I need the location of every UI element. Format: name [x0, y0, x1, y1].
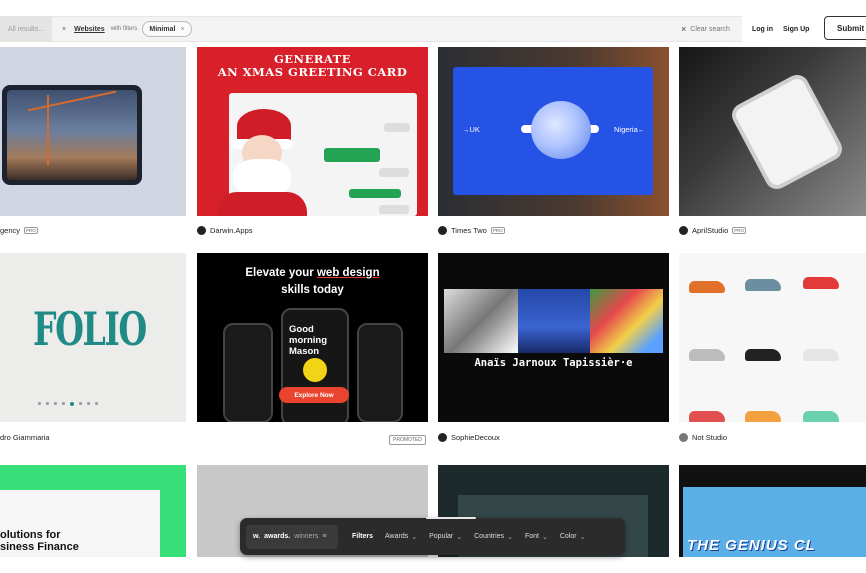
- chevron-down-icon: ⌄: [579, 533, 586, 541]
- card-headline: GENERATE AN XMAS GREETING CARD: [217, 52, 408, 79]
- avatar: [438, 225, 447, 235]
- laptop-mockup: [2, 85, 142, 216]
- filter-color[interactable]: Color ⌄: [560, 533, 586, 541]
- chip-remove-icon[interactable]: ×: [180, 26, 184, 33]
- play-icon: [303, 358, 327, 382]
- site-name: Not Studio: [692, 432, 728, 442]
- chevron-down-icon: ⌄: [411, 533, 418, 541]
- card-label[interactable]: Darwin.Apps: [197, 224, 253, 236]
- phone-mockup: [727, 70, 847, 194]
- card-headline: olutions for siness Finance: [0, 529, 79, 553]
- phone-mockup: Good morning Mason: [281, 308, 349, 422]
- site-name: Darwin.Apps: [210, 225, 253, 235]
- avatar: [438, 432, 447, 442]
- filter-font[interactable]: Font ⌄: [525, 533, 548, 541]
- site-card-infinity[interactable]: [0, 47, 186, 216]
- all-results-tab[interactable]: All results...: [0, 16, 52, 42]
- pro-badge: PRO: [24, 226, 38, 234]
- chip-label: Minimal: [149, 25, 176, 33]
- search-bar[interactable]: All results... × Websites with filters M…: [0, 16, 866, 42]
- menu-icon: ≡: [322, 533, 327, 540]
- clear-search-label: Clear search: [690, 25, 730, 33]
- filter-countries[interactable]: Countries ⌄: [474, 533, 513, 541]
- from-label: →UK: [462, 125, 480, 134]
- site-card-folio[interactable]: FOLIO: [0, 253, 186, 422]
- close-icon[interactable]: ×: [62, 26, 66, 33]
- chevron-down-icon: ⌄: [507, 533, 513, 541]
- site-card-sophie-decoux[interactable]: Anaïs Jarnoux Tapissièr·e: [438, 253, 669, 422]
- filters-button[interactable]: Filters: [352, 533, 373, 540]
- site-name: SophieDecoux: [451, 432, 500, 442]
- carousel-dots[interactable]: [38, 402, 98, 406]
- site-screenshot: →UK Nigeria←: [453, 67, 653, 195]
- chevron-down-icon: ⌄: [456, 533, 463, 541]
- signup-link[interactable]: Sign Up: [783, 26, 809, 33]
- with-filters-label: with filters: [110, 26, 138, 32]
- card-label[interactable]: dro Giammaria: [0, 431, 50, 443]
- pro-badge: PRO: [490, 226, 505, 234]
- card-label[interactable]: gency PRO: [0, 224, 38, 236]
- submit-button[interactable]: Submit: [824, 16, 866, 40]
- promoted-badge: PROMOTED: [389, 435, 426, 445]
- filter-chip-minimal[interactable]: Minimal ×: [142, 21, 192, 37]
- card-headline: Elevate your web design skills today: [245, 267, 380, 296]
- site-name: Times Two: [451, 225, 487, 235]
- folio-logo: FOLIO: [33, 302, 147, 356]
- card-headline: THE GENIUS CL: [687, 537, 816, 554]
- site-card-genius[interactable]: THE GENIUS CL: [679, 465, 866, 557]
- site-name: AprilStudio: [692, 225, 729, 235]
- login-link[interactable]: Log in: [752, 26, 773, 33]
- card-label: PROMOTED: [389, 434, 426, 446]
- avatar: [679, 225, 688, 235]
- site-card-times-two[interactable]: →UK Nigeria←: [438, 47, 669, 216]
- site-name: gency: [0, 225, 21, 235]
- filter-popular[interactable]: Popular ⌄: [429, 533, 462, 541]
- card-label[interactable]: Not Studio: [679, 431, 727, 443]
- filter-bar: w. awards. winners ≡ Filters Awards ⌄ Pop…: [240, 517, 625, 555]
- clear-search-button[interactable]: × Clear search: [681, 24, 730, 34]
- card-label[interactable]: Times Two PRO: [438, 224, 505, 236]
- site-card-not-studio[interactable]: [679, 253, 866, 422]
- site-card-finance[interactable]: olutions for siness Finance: [0, 465, 186, 557]
- chevron-down-icon: ⌄: [541, 533, 548, 541]
- websites-tag[interactable]: Websites: [74, 26, 105, 33]
- site-card-elevate[interactable]: Elevate your web design skills today Goo…: [197, 253, 428, 422]
- globe-icon: [531, 101, 591, 159]
- card-headline: Anaïs Jarnoux Tapissièr·e: [474, 357, 633, 369]
- avatar: [197, 225, 206, 235]
- close-icon: ×: [681, 24, 687, 34]
- card-label[interactable]: AprilStudio PRO: [679, 224, 747, 236]
- site-name: dro Giammaria: [0, 432, 50, 442]
- card-label[interactable]: SophieDecoux: [438, 431, 500, 443]
- site-card-april-studio[interactable]: [679, 47, 866, 216]
- filter-awards[interactable]: Awards ⌄: [385, 533, 417, 541]
- explore-now-button[interactable]: Explore Now: [279, 387, 349, 403]
- awards-logo[interactable]: w. awards. winners ≡: [246, 524, 338, 549]
- pro-badge: PRO: [732, 226, 747, 234]
- avatar: [679, 432, 688, 442]
- phone-greeting: Good morning Mason: [289, 324, 327, 357]
- to-label: Nigeria←: [614, 125, 646, 134]
- site-card-darwin-apps[interactable]: GENERATE AN XMAS GREETING CARD: [197, 47, 428, 216]
